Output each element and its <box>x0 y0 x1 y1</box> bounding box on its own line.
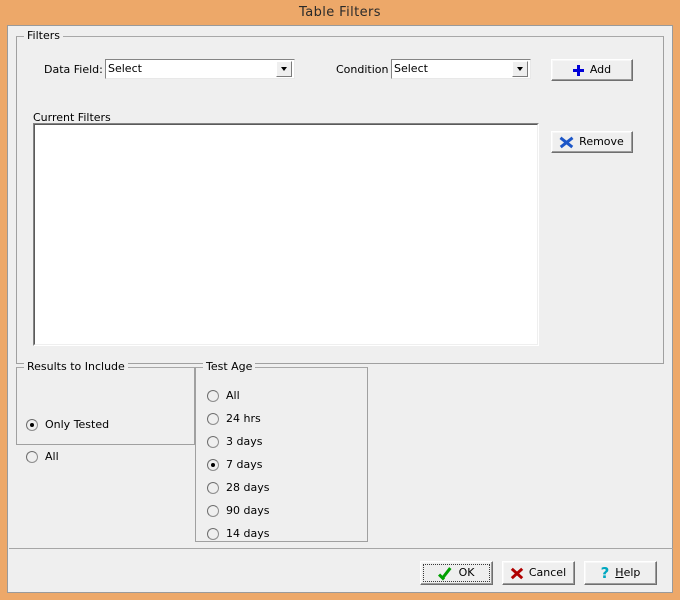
radio-test-age-3days[interactable]: 3 days <box>207 436 262 448</box>
radio-test-age-90days[interactable]: 90 days <box>207 505 269 517</box>
radio-indicator-icon <box>26 451 38 463</box>
data-field-selected-value: Select <box>108 61 276 77</box>
data-field-select[interactable]: Select <box>105 59 295 79</box>
radio-indicator-icon <box>207 390 219 402</box>
radio-results-all[interactable]: All <box>26 451 59 463</box>
ok-button[interactable]: OK <box>420 561 493 585</box>
help-button-label: Help <box>615 567 640 579</box>
page-title: Table Filters <box>299 5 381 20</box>
help-button[interactable]: ? Help <box>584 561 657 585</box>
title-bar: Table Filters <box>0 0 680 25</box>
radio-test-age-24hrs[interactable]: 24 hrs <box>207 413 261 425</box>
radio-indicator-icon <box>26 419 38 431</box>
chevron-down-icon[interactable] <box>512 61 528 77</box>
radio-results-only-tested-label: Only Tested <box>45 419 109 431</box>
radio-indicator-icon <box>207 459 219 471</box>
radio-test-age-24hrs-label: 24 hrs <box>226 413 261 425</box>
radio-results-all-label: All <box>45 451 59 463</box>
x-mark-icon <box>560 136 573 148</box>
condition-selected-value: Select <box>394 61 512 77</box>
condition-select[interactable]: Select <box>391 59 531 79</box>
radio-test-age-7days[interactable]: 7 days <box>207 459 262 471</box>
focus-ring <box>423 564 490 582</box>
footer-separator <box>9 548 673 549</box>
radio-indicator-icon <box>207 528 219 540</box>
radio-test-age-3days-label: 3 days <box>226 436 262 448</box>
radio-test-age-14days-label: 14 days <box>226 528 269 540</box>
table-filters-dialog: Table Filters Filters Data Field: Select… <box>0 0 680 600</box>
ok-button-label: OK <box>459 567 475 579</box>
dialog-client-area: Filters Data Field: Select Condition Sel… <box>7 25 673 593</box>
x-mark-red-icon <box>511 567 523 579</box>
current-filters-listbox-content[interactable] <box>34 124 538 345</box>
filters-groupbox-legend: Filters <box>24 30 63 41</box>
question-mark-icon: ? <box>601 567 610 579</box>
radio-test-age-all[interactable]: All <box>207 390 240 402</box>
results-to-include-legend: Results to Include <box>24 361 128 372</box>
test-age-legend: Test Age <box>203 361 255 372</box>
data-field-label: Data Field: <box>44 63 103 76</box>
radio-indicator-icon <box>207 505 219 517</box>
cancel-button[interactable]: Cancel <box>502 561 575 585</box>
radio-test-age-14days[interactable]: 14 days <box>207 528 269 540</box>
radio-test-age-28days-label: 28 days <box>226 482 269 494</box>
radio-test-age-90days-label: 90 days <box>226 505 269 517</box>
current-filters-listbox[interactable] <box>33 123 539 346</box>
add-filter-button-label: Add <box>590 64 611 76</box>
add-filter-button[interactable]: Add <box>551 59 633 81</box>
radio-test-age-7days-label: 7 days <box>226 459 262 471</box>
help-button-label-rest: elp <box>624 566 641 579</box>
remove-filter-button[interactable]: Remove <box>551 131 633 153</box>
radio-indicator-icon <box>207 436 219 448</box>
chevron-down-icon[interactable] <box>276 61 292 77</box>
help-button-mnemonic: H <box>615 566 623 579</box>
radio-indicator-icon <box>207 413 219 425</box>
radio-results-only-tested[interactable]: Only Tested <box>26 419 109 431</box>
radio-test-age-28days[interactable]: 28 days <box>207 482 269 494</box>
check-icon <box>439 567 453 579</box>
plus-icon <box>573 65 584 76</box>
condition-label: Condition <box>336 63 389 76</box>
radio-indicator-icon <box>207 482 219 494</box>
remove-filter-button-label: Remove <box>579 136 624 148</box>
radio-test-age-all-label: All <box>226 390 240 402</box>
results-to-include-groupbox: Results to Include <box>16 367 195 445</box>
cancel-button-label: Cancel <box>529 567 566 579</box>
